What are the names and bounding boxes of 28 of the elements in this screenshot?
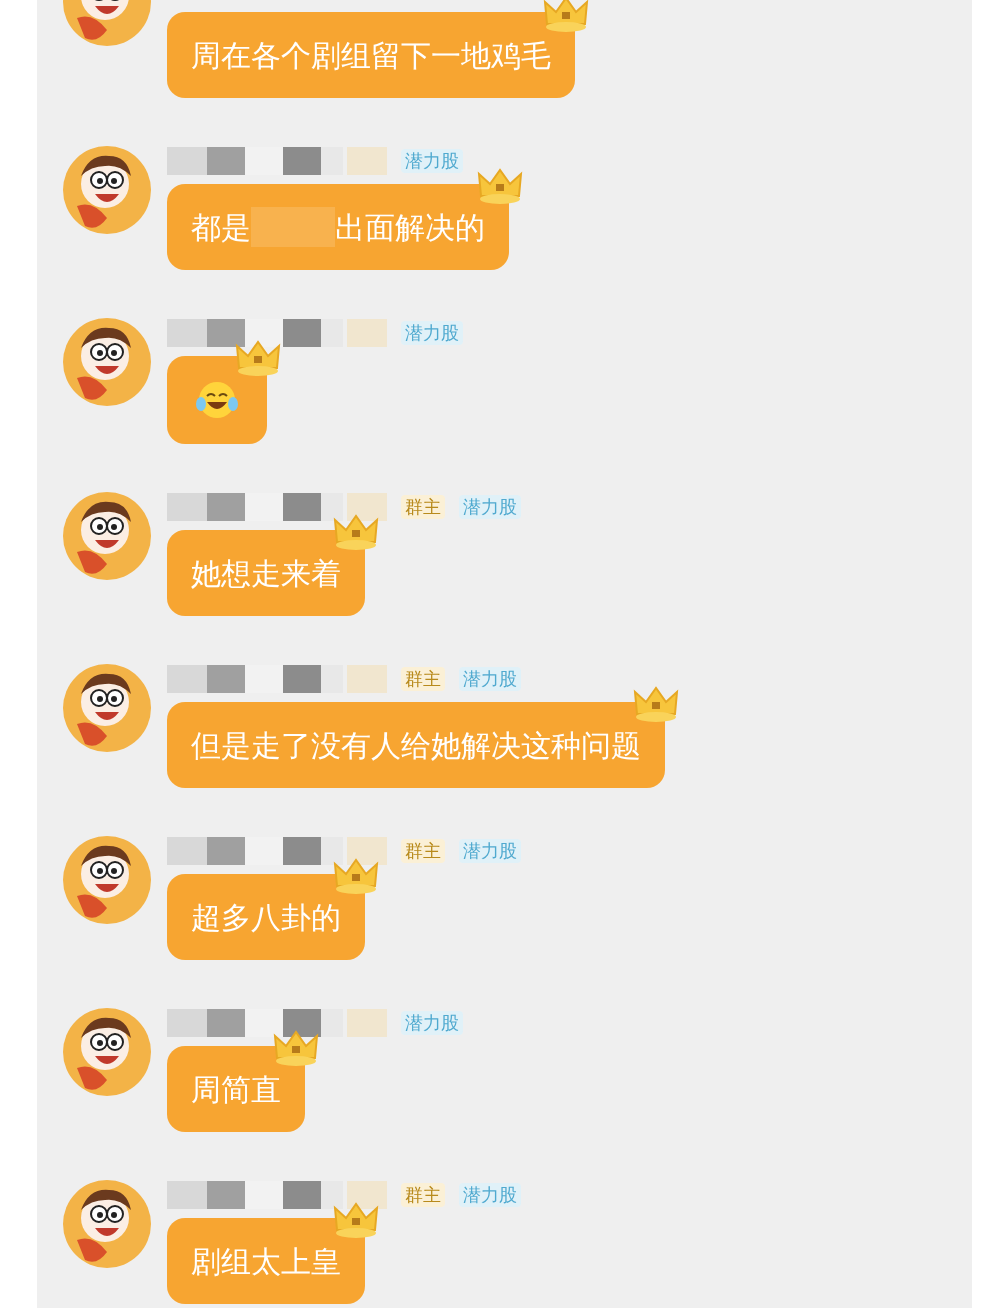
message-text: 但是走了没有人给她解决这种问题 xyxy=(191,726,641,765)
crown-icon xyxy=(333,856,379,896)
crown-icon xyxy=(333,1200,379,1240)
laughing-face-icon xyxy=(195,380,239,420)
member-level-tag: 潜力股 xyxy=(401,1011,463,1035)
message-text: 出面解决的 xyxy=(335,208,485,247)
member-level-tag: 潜力股 xyxy=(459,495,521,519)
member-level-tag: 潜力股 xyxy=(459,667,521,691)
crown-icon xyxy=(633,684,679,724)
message-text: 都是 xyxy=(191,208,251,247)
member-level-tag: 潜力股 xyxy=(401,321,463,345)
group-owner-tag: 群主 xyxy=(401,1183,445,1207)
crown-icon xyxy=(477,166,523,206)
crown-icon xyxy=(543,0,589,34)
message-text: 剧组太上皇 xyxy=(191,1242,341,1281)
group-owner-tag: 群主 xyxy=(401,839,445,863)
message-text: 周简直 xyxy=(191,1070,281,1109)
crown-icon xyxy=(235,338,281,378)
group-owner-tag: 群主 xyxy=(401,495,445,519)
message-text: 她想走来着 xyxy=(191,554,341,593)
member-level-tag: 潜力股 xyxy=(459,839,521,863)
member-level-tag: 潜力股 xyxy=(459,1183,521,1207)
crown-icon xyxy=(333,512,379,552)
group-owner-tag: 群主 xyxy=(401,667,445,691)
message-text: 周在各个剧组留下一地鸡毛 xyxy=(191,36,551,75)
message-text: 超多八卦的 xyxy=(191,898,341,937)
member-level-tag: 潜力股 xyxy=(401,149,463,173)
crown-icon xyxy=(273,1028,319,1068)
